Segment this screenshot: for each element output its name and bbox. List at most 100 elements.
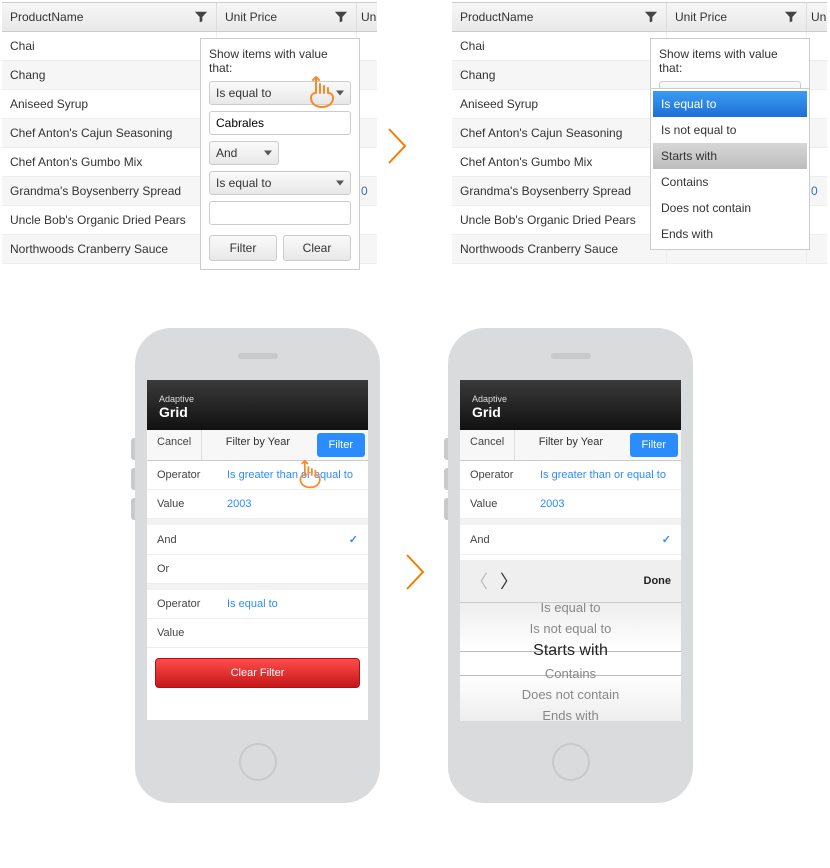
cell-clipped: 0 <box>807 177 827 205</box>
header-productname[interactable]: ProductName <box>452 3 667 31</box>
cell-clipped <box>807 90 827 118</box>
dropdown-option[interactable]: Starts with <box>653 143 807 169</box>
header-unitprice[interactable]: Unit Price <box>667 3 807 31</box>
row-value: Is greater than or equal to <box>227 469 353 481</box>
header-small: Adaptive <box>472 394 669 404</box>
toolbar-title: Filter by Year <box>202 430 313 460</box>
row-value: Is equal to <box>227 598 278 610</box>
filter-button[interactable]: Filter <box>630 433 678 457</box>
dropdown-option[interactable]: Contains <box>653 169 807 195</box>
clear-filter-button[interactable]: Clear Filter <box>155 658 360 688</box>
cell-clipped <box>357 148 377 176</box>
filter-op2-select[interactable]: Is equal to <box>209 171 351 195</box>
picker-option[interactable]: Is not equal to <box>460 618 681 639</box>
row-label: Operator <box>157 598 227 610</box>
row-value: Is greater than or equal to <box>540 469 666 481</box>
cell-productname: Uncle Bob's Organic Dried Pears <box>2 206 217 234</box>
header-label: ProductName <box>460 10 533 24</box>
operator1-row[interactable]: OperatorIs greater than or equal to <box>147 461 368 490</box>
cell-productname: Chang <box>2 61 217 89</box>
picker-option[interactable]: Starts with <box>460 639 681 663</box>
toolbar-title: Filter by Year <box>515 430 626 460</box>
filter-menu-title: Show items with value that: <box>209 47 351 75</box>
chevron-down-icon <box>336 181 344 186</box>
picker-prev-icon[interactable]: 〈 <box>470 568 488 594</box>
cell-productname: Chai <box>2 32 217 60</box>
cell-clipped <box>807 235 827 263</box>
dropdown-option[interactable]: Does not contain <box>653 195 807 221</box>
row-label: Value <box>470 498 540 510</box>
operator2-row[interactable]: OperatorIs equal to <box>147 590 368 619</box>
dropdown-option[interactable]: Ends with <box>653 221 807 247</box>
row-label: Or <box>157 563 227 575</box>
grid-header: ProductName Unit Price Unit <box>452 3 827 32</box>
picker-option[interactable]: Does not contain <box>460 684 681 705</box>
logic-and-row[interactable]: And <box>147 525 368 555</box>
header-label: Unit <box>811 10 827 24</box>
picker-option[interactable]: Ends with <box>460 705 681 721</box>
cell-productname: Uncle Bob's Organic Dried Pears <box>452 206 667 234</box>
filter-icon[interactable] <box>334 10 348 24</box>
filter-icon[interactable] <box>784 10 798 24</box>
cell-productname: Northwoods Cranberry Sauce <box>2 235 217 263</box>
pointer-cursor-icon <box>296 457 326 493</box>
filter-icon[interactable] <box>644 10 658 24</box>
row-label: And <box>470 534 540 546</box>
cell-clipped <box>357 90 377 118</box>
operator1-row[interactable]: OperatorIs greater than or equal to <box>460 461 681 490</box>
cell-clipped <box>357 235 377 263</box>
phone-right: Adaptive Grid Cancel Filter by Year Filt… <box>448 328 693 803</box>
header-unitprice[interactable]: Unit Price <box>217 3 357 31</box>
value1-row[interactable]: Value2003 <box>460 490 681 519</box>
cancel-button[interactable]: Cancel <box>147 430 202 460</box>
row-label: Operator <box>157 469 227 481</box>
app-header: Adaptive Grid <box>147 380 368 430</box>
picker-wheel[interactable]: Is equal toIs not equal toStarts withCon… <box>460 603 681 721</box>
grid-header: ProductName Unit Price Unit <box>2 3 377 32</box>
app-header: Adaptive Grid <box>460 380 681 430</box>
header-clipped: Unit <box>357 3 377 31</box>
header-title: Grid <box>472 404 669 420</box>
picker-next-icon[interactable]: 〉 <box>500 568 518 594</box>
select-value: Is equal to <box>216 86 271 100</box>
cell-clipped <box>807 119 827 147</box>
value1-row[interactable]: Value2003 <box>147 490 368 519</box>
filter-icon[interactable] <box>194 10 208 24</box>
cell-productname: Grandma's Boysenberry Spread <box>2 177 217 205</box>
cell-productname: Chef Anton's Gumbo Mix <box>2 148 217 176</box>
chevron-down-icon <box>264 151 272 156</box>
cell-productname: Chai <box>452 32 667 60</box>
value2-row[interactable]: Value <box>147 619 368 648</box>
cell-productname: Grandma's Boysenberry Spread <box>452 177 667 205</box>
cell-clipped <box>357 206 377 234</box>
cell-productname: Chang <box>452 61 667 89</box>
select-value: Is equal to <box>216 176 271 190</box>
filter-clear-button[interactable]: Clear <box>283 235 351 261</box>
filter-value2-input[interactable] <box>209 201 351 225</box>
picker-option[interactable]: Contains <box>460 663 681 684</box>
dropdown-option[interactable]: Is equal to <box>653 91 807 117</box>
cancel-button[interactable]: Cancel <box>460 430 515 460</box>
phone-left: Adaptive Grid Cancel Filter by Year Filt… <box>135 328 380 803</box>
filter-apply-button[interactable]: Filter <box>209 235 277 261</box>
header-label: Unit <box>361 10 377 24</box>
filter-logic-select[interactable]: And <box>209 141 279 165</box>
picker-option[interactable]: Is equal to <box>460 603 681 618</box>
header-productname[interactable]: ProductName <box>2 3 217 31</box>
dropdown-option[interactable]: Is not equal to <box>653 117 807 143</box>
filter-op1-dropdown[interactable]: Is equal toIs not equal toStarts withCon… <box>650 88 810 250</box>
logic-or-row[interactable]: Or <box>147 555 368 584</box>
cell-productname: Chef Anton's Cajun Seasoning <box>2 119 217 147</box>
cell-clipped <box>807 61 827 89</box>
logic-and-row[interactable]: And <box>460 525 681 555</box>
cell-productname: Northwoods Cranberry Sauce <box>452 235 667 263</box>
row-label: And <box>157 534 227 546</box>
filter-value1-input[interactable] <box>209 111 351 135</box>
arrow-right-icon <box>386 126 408 166</box>
filter-menu-title: Show items with value that: <box>659 47 801 75</box>
cell-clipped <box>357 61 377 89</box>
phone-screen: Adaptive Grid Cancel Filter by Year Filt… <box>147 380 368 720</box>
cell-clipped: 0 <box>357 177 377 205</box>
picker-done-button[interactable]: Done <box>644 575 672 587</box>
filter-button[interactable]: Filter <box>317 433 365 457</box>
